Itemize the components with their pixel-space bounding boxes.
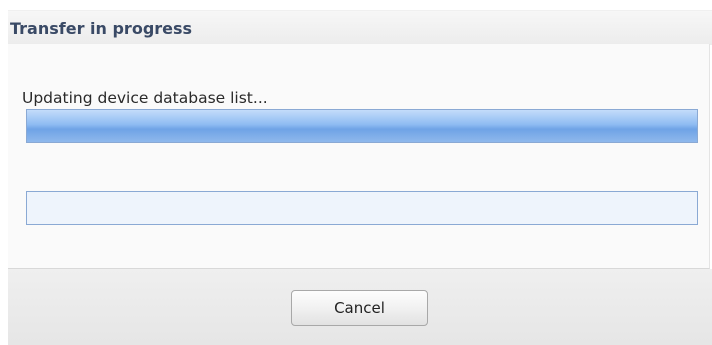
transfer-dialog: Transfer in progress Updating device dat…: [0, 0, 712, 345]
progress-bar-secondary: [26, 191, 698, 225]
progress-bar-primary-fill: [27, 110, 697, 142]
cancel-button[interactable]: Cancel: [291, 290, 428, 326]
dialog-content: Updating device database list...: [8, 44, 710, 269]
dialog-footer: Cancel: [8, 269, 712, 345]
status-text: Updating device database list...: [22, 89, 268, 107]
progress-bar-primary: [26, 109, 698, 143]
dialog-title: Transfer in progress: [10, 19, 193, 38]
dialog-titlebar: Transfer in progress: [8, 10, 712, 45]
